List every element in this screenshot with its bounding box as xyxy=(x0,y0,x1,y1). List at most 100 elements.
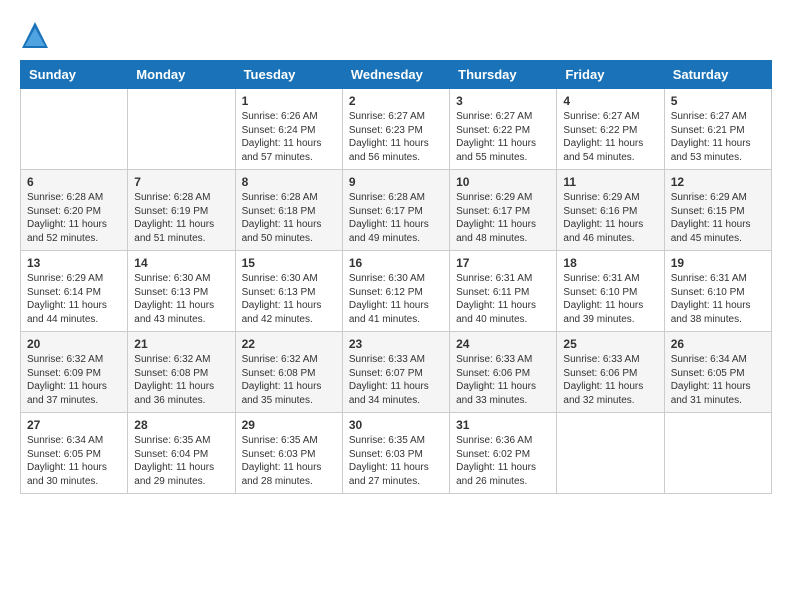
day-number: 9 xyxy=(349,175,443,189)
day-number: 2 xyxy=(349,94,443,108)
calendar-cell: 19 Sunrise: 6:31 AM Sunset: 6:10 PM Dayli… xyxy=(664,251,771,332)
day-number: 26 xyxy=(671,337,765,351)
day-info: Sunrise: 6:31 AM Sunset: 6:10 PM Dayligh… xyxy=(563,272,657,326)
calendar-cell: 6 Sunrise: 6:28 AM Sunset: 6:20 PM Daylig… xyxy=(21,170,128,251)
calendar-cell: 12Sunrise: 6:29 AM Sunset: 6:15 PM Dayli… xyxy=(664,170,771,251)
logo xyxy=(20,20,54,50)
day-number: 14 xyxy=(134,256,228,270)
calendar-cell: 17 Sunrise: 6:31 AM Sunset: 6:11 PM Dayli… xyxy=(450,251,557,332)
day-number: 10 xyxy=(456,175,550,189)
day-info: Sunrise: 6:28 AM Sunset: 6:19 PM Dayligh… xyxy=(134,191,228,245)
calendar-cell: 20Sunrise: 6:32 AM Sunset: 6:09 PM Dayli… xyxy=(21,332,128,413)
calendar-cell: 13 Sunrise: 6:29 AM Sunset: 6:14 PM Dayli… xyxy=(21,251,128,332)
calendar-cell: 27 Sunrise: 6:34 AM Sunset: 6:05 PM Dayli… xyxy=(21,413,128,494)
day-number: 4 xyxy=(563,94,657,108)
day-info: Sunrise: 6:34 AM Sunset: 6:05 PM Dayligh… xyxy=(27,434,121,488)
calendar-cell: 23Sunrise: 6:33 AM Sunset: 6:07 PM Dayli… xyxy=(342,332,449,413)
day-number: 27 xyxy=(27,418,121,432)
day-number: 7 xyxy=(134,175,228,189)
calendar-cell xyxy=(664,413,771,494)
calendar-cell: 30Sunrise: 6:35 AM Sunset: 6:03 PM Dayli… xyxy=(342,413,449,494)
calendar-cell: 25 Sunrise: 6:33 AM Sunset: 6:06 PM Dayli… xyxy=(557,332,664,413)
day-info: Sunrise: 6:29 AM Sunset: 6:17 PM Dayligh… xyxy=(456,191,550,245)
day-number: 6 xyxy=(27,175,121,189)
day-number: 25 xyxy=(563,337,657,351)
calendar-cell: 16 Sunrise: 6:30 AM Sunset: 6:12 PM Dayli… xyxy=(342,251,449,332)
day-info: Sunrise: 6:35 AM Sunset: 6:04 PM Dayligh… xyxy=(134,434,228,488)
calendar-week-row: 6 Sunrise: 6:28 AM Sunset: 6:20 PM Daylig… xyxy=(21,170,772,251)
day-info: Sunrise: 6:27 AM Sunset: 6:23 PM Dayligh… xyxy=(349,110,443,164)
calendar-cell: 18 Sunrise: 6:31 AM Sunset: 6:10 PM Dayli… xyxy=(557,251,664,332)
day-info: Sunrise: 6:33 AM Sunset: 6:06 PM Dayligh… xyxy=(563,353,657,407)
calendar-cell: 11Sunrise: 6:29 AM Sunset: 6:16 PM Dayli… xyxy=(557,170,664,251)
calendar-cell: 26 Sunrise: 6:34 AM Sunset: 6:05 PM Dayli… xyxy=(664,332,771,413)
calendar-cell xyxy=(557,413,664,494)
calendar-week-row: 20Sunrise: 6:32 AM Sunset: 6:09 PM Dayli… xyxy=(21,332,772,413)
day-info: Sunrise: 6:33 AM Sunset: 6:07 PM Dayligh… xyxy=(349,353,443,407)
calendar-week-row: 27 Sunrise: 6:34 AM Sunset: 6:05 PM Dayli… xyxy=(21,413,772,494)
day-info: Sunrise: 6:30 AM Sunset: 6:12 PM Dayligh… xyxy=(349,272,443,326)
day-info: Sunrise: 6:33 AM Sunset: 6:06 PM Dayligh… xyxy=(456,353,550,407)
day-info: Sunrise: 6:31 AM Sunset: 6:11 PM Dayligh… xyxy=(456,272,550,326)
calendar-cell: 2 Sunrise: 6:27 AM Sunset: 6:23 PM Daylig… xyxy=(342,89,449,170)
calendar-cell: 5 Sunrise: 6:27 AM Sunset: 6:21 PM Daylig… xyxy=(664,89,771,170)
day-number: 5 xyxy=(671,94,765,108)
day-info: Sunrise: 6:32 AM Sunset: 6:08 PM Dayligh… xyxy=(242,353,336,407)
header-thursday: Thursday xyxy=(450,61,557,89)
day-number: 18 xyxy=(563,256,657,270)
calendar-cell: 28 Sunrise: 6:35 AM Sunset: 6:04 PM Dayli… xyxy=(128,413,235,494)
day-number: 16 xyxy=(349,256,443,270)
day-number: 8 xyxy=(242,175,336,189)
day-number: 15 xyxy=(242,256,336,270)
day-info: Sunrise: 6:32 AM Sunset: 6:08 PM Dayligh… xyxy=(134,353,228,407)
calendar-cell: 21Sunrise: 6:32 AM Sunset: 6:08 PM Dayli… xyxy=(128,332,235,413)
calendar-cell xyxy=(21,89,128,170)
day-info: Sunrise: 6:30 AM Sunset: 6:13 PM Dayligh… xyxy=(242,272,336,326)
day-info: Sunrise: 6:32 AM Sunset: 6:09 PM Dayligh… xyxy=(27,353,121,407)
day-number: 28 xyxy=(134,418,228,432)
day-number: 17 xyxy=(456,256,550,270)
header-saturday: Saturday xyxy=(664,61,771,89)
calendar-cell: 31 Sunrise: 6:36 AM Sunset: 6:02 PM Dayli… xyxy=(450,413,557,494)
day-info: Sunrise: 6:35 AM Sunset: 6:03 PM Dayligh… xyxy=(242,434,336,488)
calendar-cell: 7 Sunrise: 6:28 AM Sunset: 6:19 PM Daylig… xyxy=(128,170,235,251)
header-tuesday: Tuesday xyxy=(235,61,342,89)
calendar-week-row: 13 Sunrise: 6:29 AM Sunset: 6:14 PM Dayli… xyxy=(21,251,772,332)
header-friday: Friday xyxy=(557,61,664,89)
calendar-cell: 29 Sunrise: 6:35 AM Sunset: 6:03 PM Dayli… xyxy=(235,413,342,494)
page-header xyxy=(20,20,772,50)
calendar-cell: 1Sunrise: 6:26 AM Sunset: 6:24 PM Daylig… xyxy=(235,89,342,170)
calendar-cell: 15 Sunrise: 6:30 AM Sunset: 6:13 PM Dayli… xyxy=(235,251,342,332)
day-info: Sunrise: 6:27 AM Sunset: 6:22 PM Dayligh… xyxy=(456,110,550,164)
calendar-header-row: SundayMondayTuesdayWednesdayThursdayFrid… xyxy=(21,61,772,89)
day-info: Sunrise: 6:29 AM Sunset: 6:14 PM Dayligh… xyxy=(27,272,121,326)
day-number: 22 xyxy=(242,337,336,351)
day-info: Sunrise: 6:29 AM Sunset: 6:15 PM Dayligh… xyxy=(671,191,765,245)
header-monday: Monday xyxy=(128,61,235,89)
day-number: 11 xyxy=(563,175,657,189)
day-number: 30 xyxy=(349,418,443,432)
day-info: Sunrise: 6:26 AM Sunset: 6:24 PM Dayligh… xyxy=(242,110,336,164)
header-sunday: Sunday xyxy=(21,61,128,89)
day-info: Sunrise: 6:28 AM Sunset: 6:17 PM Dayligh… xyxy=(349,191,443,245)
calendar-cell: 14 Sunrise: 6:30 AM Sunset: 6:13 PM Dayli… xyxy=(128,251,235,332)
calendar-cell: 8Sunrise: 6:28 AM Sunset: 6:18 PM Daylig… xyxy=(235,170,342,251)
day-info: Sunrise: 6:28 AM Sunset: 6:20 PM Dayligh… xyxy=(27,191,121,245)
calendar-cell: 22 Sunrise: 6:32 AM Sunset: 6:08 PM Dayli… xyxy=(235,332,342,413)
day-info: Sunrise: 6:27 AM Sunset: 6:22 PM Dayligh… xyxy=(563,110,657,164)
day-info: Sunrise: 6:31 AM Sunset: 6:10 PM Dayligh… xyxy=(671,272,765,326)
day-info: Sunrise: 6:30 AM Sunset: 6:13 PM Dayligh… xyxy=(134,272,228,326)
calendar-cell: 9 Sunrise: 6:28 AM Sunset: 6:17 PM Daylig… xyxy=(342,170,449,251)
day-number: 24 xyxy=(456,337,550,351)
day-info: Sunrise: 6:34 AM Sunset: 6:05 PM Dayligh… xyxy=(671,353,765,407)
day-number: 19 xyxy=(671,256,765,270)
day-number: 13 xyxy=(27,256,121,270)
day-info: Sunrise: 6:36 AM Sunset: 6:02 PM Dayligh… xyxy=(456,434,550,488)
calendar-cell: 4 Sunrise: 6:27 AM Sunset: 6:22 PM Daylig… xyxy=(557,89,664,170)
calendar-cell xyxy=(128,89,235,170)
day-number: 29 xyxy=(242,418,336,432)
calendar-cell: 10 Sunrise: 6:29 AM Sunset: 6:17 PM Dayli… xyxy=(450,170,557,251)
calendar-week-row: 1Sunrise: 6:26 AM Sunset: 6:24 PM Daylig… xyxy=(21,89,772,170)
day-info: Sunrise: 6:27 AM Sunset: 6:21 PM Dayligh… xyxy=(671,110,765,164)
day-number: 31 xyxy=(456,418,550,432)
